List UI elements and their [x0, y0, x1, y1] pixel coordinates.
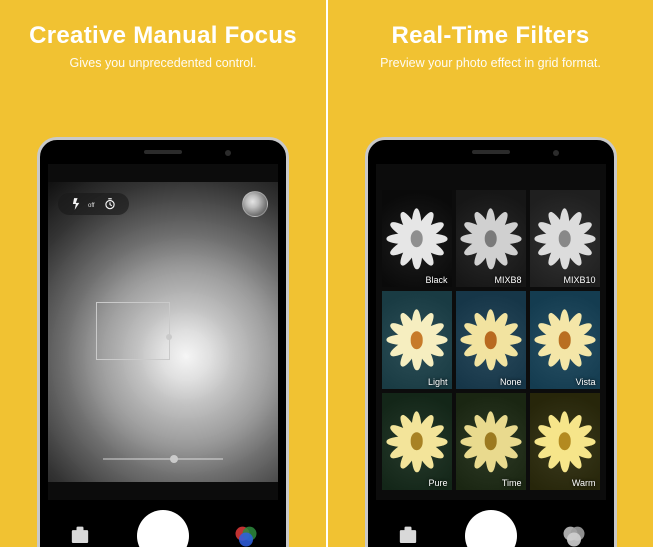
- focus-slider-knob[interactable]: [170, 455, 178, 463]
- filter-tile-mixb8[interactable]: MIXB8: [456, 190, 526, 287]
- camera-mode-icon[interactable]: [394, 522, 422, 547]
- filter-label: Time: [502, 478, 522, 488]
- gallery-thumbnail[interactable]: [242, 191, 268, 217]
- phone-earpiece: [472, 150, 510, 154]
- filter-tile-light[interactable]: Light: [382, 291, 452, 388]
- filter-tile-warm[interactable]: Warm: [530, 393, 600, 490]
- phone-sensor: [225, 150, 231, 156]
- filter-tile-time[interactable]: Time: [456, 393, 526, 490]
- panel-title: Creative Manual Focus: [0, 22, 326, 50]
- flash-mode-label: off: [88, 203, 95, 209]
- shutter-button[interactable]: [465, 510, 517, 547]
- panel-manual-focus: Creative Manual Focus Gives you unpreced…: [0, 0, 328, 547]
- focus-slider[interactable]: [103, 458, 223, 460]
- viewfinder[interactable]: off: [48, 182, 278, 482]
- phone-screen-left: off: [48, 164, 278, 547]
- filter-label: None: [500, 377, 522, 387]
- camera-bottombar: [376, 500, 606, 547]
- filter-label: Warm: [572, 478, 596, 488]
- timer-icon[interactable]: [103, 197, 117, 211]
- phone-mockup-right: Black MIXB8 MIXB10 Light None Vista Pure Time Wa…: [365, 137, 617, 547]
- camera-bottombar: [48, 500, 278, 547]
- filter-tile-none[interactable]: None: [456, 291, 526, 388]
- panel-subtitle: Gives you unprecedented control.: [0, 56, 326, 70]
- panel-filters: Real-Time Filters Preview your photo eff…: [328, 0, 653, 547]
- filter-label: Vista: [576, 377, 596, 387]
- filter-tile-black[interactable]: Black: [382, 190, 452, 287]
- filter-label: MIXB10: [563, 275, 595, 285]
- phone-sensor: [553, 150, 559, 156]
- filter-label: Light: [428, 377, 448, 387]
- flash-icon[interactable]: [70, 197, 84, 211]
- panel-subtitle: Preview your photo effect in grid format…: [328, 56, 653, 70]
- filter-tile-vista[interactable]: Vista: [530, 291, 600, 388]
- filter-grid: Black MIXB8 MIXB10 Light None Vista Pure Time Wa…: [382, 190, 600, 490]
- filter-tile-pure[interactable]: Pure: [382, 393, 452, 490]
- filters-toggle-icon[interactable]: [560, 522, 588, 547]
- focus-rectangle[interactable]: [96, 302, 170, 360]
- filter-tile-mixb10[interactable]: MIXB10: [530, 190, 600, 287]
- phone-screen-right: Black MIXB8 MIXB10 Light None Vista Pure Time Wa…: [376, 164, 606, 547]
- phone-earpiece: [144, 150, 182, 154]
- phone-mockup-left: off: [37, 137, 289, 547]
- color-filters-icon[interactable]: [232, 522, 260, 547]
- camera-topbar: off: [48, 190, 278, 218]
- filter-label: Pure: [428, 478, 447, 488]
- shutter-button[interactable]: [137, 510, 189, 547]
- filter-label: Black: [425, 275, 447, 285]
- filter-label: MIXB8: [494, 275, 521, 285]
- panel-title: Real-Time Filters: [328, 22, 653, 50]
- camera-mode-icon[interactable]: [66, 522, 94, 547]
- camera-mode-pill: off: [58, 193, 129, 215]
